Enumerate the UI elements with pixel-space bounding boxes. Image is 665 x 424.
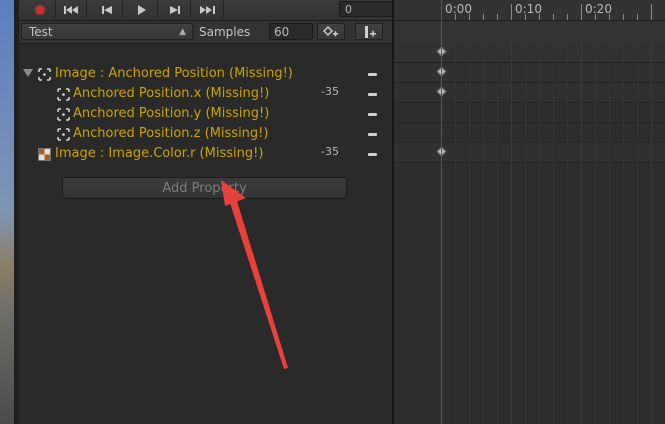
grid-line [497, 42, 498, 424]
add-property-button[interactable]: Add Property [62, 177, 347, 199]
clip-dropdown[interactable]: Test ▲ [21, 23, 193, 40]
time-tick-label: 0:00 [445, 2, 472, 16]
play-button[interactable] [127, 1, 158, 18]
property-label: Image : Image.Color.r (Missing!) [55, 146, 264, 161]
time-tick-label: 0:10 [515, 2, 542, 16]
add-keyframe-icon [323, 25, 338, 36]
prev-key-icon [102, 5, 112, 14]
image-component-icon [38, 148, 51, 161]
ruler-tick [623, 14, 624, 20]
add-event-icon [365, 25, 376, 38]
skip-first-icon [64, 5, 78, 14]
grid-line [623, 42, 624, 424]
keyframe-track[interactable] [394, 63, 665, 83]
property-row-anchored-position-z[interactable]: Anchored Position.z (Missing!) [19, 124, 392, 144]
grid-line [455, 42, 456, 424]
grid-line [511, 42, 512, 424]
property-label: Image : Anchored Position (Missing!) [55, 66, 293, 81]
play-icon [138, 4, 146, 15]
keyframe-track[interactable] [394, 83, 665, 103]
fold-arrow-icon[interactable] [23, 69, 33, 77]
scene-view-strip [0, 0, 14, 424]
keyframe-track[interactable] [394, 143, 665, 163]
remove-property-icon[interactable] [368, 93, 377, 96]
property-row-image-color-r[interactable]: Image : Image.Color.r (Missing!) -35 [19, 144, 392, 164]
rect-transform-icon [57, 88, 70, 101]
grid-line [581, 42, 582, 424]
record-button[interactable] [25, 1, 56, 18]
remove-property-icon[interactable] [368, 153, 377, 156]
property-value[interactable]: -35 [321, 85, 339, 99]
unity-animation-window: 0 Test ▲ Samples 60 Image : Anchored Pos… [0, 0, 665, 424]
ruler-tick [553, 14, 554, 20]
property-row-anchored-position[interactable]: Image : Anchored Position (Missing!) [19, 64, 392, 84]
grid-line [609, 42, 610, 424]
grid-line [651, 42, 652, 424]
remove-property-icon[interactable] [368, 113, 377, 116]
playback-toolbar: 0 [19, 0, 403, 21]
ruler-tick [511, 4, 512, 20]
next-key-icon [170, 5, 180, 14]
summary-track[interactable] [394, 42, 665, 63]
ruler-tick [567, 14, 568, 20]
clip-row: Test ▲ Samples 60 [19, 21, 392, 44]
next-key-button[interactable] [160, 1, 191, 18]
skip-last-icon [200, 5, 215, 14]
dopesheet-timeline[interactable]: 0:00 0:10 0:20 [394, 0, 665, 424]
grid-line [567, 42, 568, 424]
ruler-tick [497, 14, 498, 20]
ruler-tick [637, 14, 638, 20]
prev-key-button[interactable] [92, 1, 123, 18]
add-event-button[interactable] [355, 23, 383, 40]
add-keyframe-button[interactable] [317, 23, 345, 40]
grid-line [469, 42, 470, 424]
rect-transform-icon [57, 128, 70, 141]
property-row-anchored-position-y[interactable]: Anchored Position.y (Missing!) [19, 104, 392, 124]
property-label: Anchored Position.x (Missing!) [73, 86, 270, 101]
playhead[interactable] [441, 0, 442, 424]
keyframe-track[interactable] [394, 123, 665, 143]
samples-input[interactable]: 60 [269, 23, 313, 40]
ruler-tick [651, 4, 652, 20]
samples-label: Samples [199, 25, 251, 39]
ruler-tick [581, 4, 582, 20]
grid-line [595, 42, 596, 424]
time-tick-label: 0:20 [585, 2, 612, 16]
first-key-button[interactable] [56, 1, 87, 18]
time-ruler[interactable]: 0:00 0:10 0:20 [394, 0, 665, 21]
grid-line [539, 42, 540, 424]
event-strip[interactable] [394, 21, 665, 43]
dropdown-arrow-icon: ▲ [179, 27, 186, 37]
remove-property-icon[interactable] [368, 73, 377, 76]
record-icon [35, 4, 45, 15]
grid-line [525, 42, 526, 424]
property-label: Anchored Position.y (Missing!) [73, 106, 270, 121]
property-value[interactable]: -35 [321, 145, 339, 159]
rect-transform-icon [38, 68, 51, 81]
keyframe-track[interactable] [394, 103, 665, 123]
grid-line [483, 42, 484, 424]
grid-line [637, 42, 638, 424]
property-row-anchored-position-x[interactable]: Anchored Position.x (Missing!) -35 [19, 84, 392, 104]
rect-transform-icon [57, 108, 70, 121]
grid-line [553, 42, 554, 424]
clip-name: Test [29, 25, 53, 39]
property-label: Anchored Position.z (Missing!) [73, 126, 269, 141]
last-key-button[interactable] [193, 1, 224, 18]
remove-property-icon[interactable] [368, 133, 377, 136]
ruler-tick [483, 14, 484, 20]
